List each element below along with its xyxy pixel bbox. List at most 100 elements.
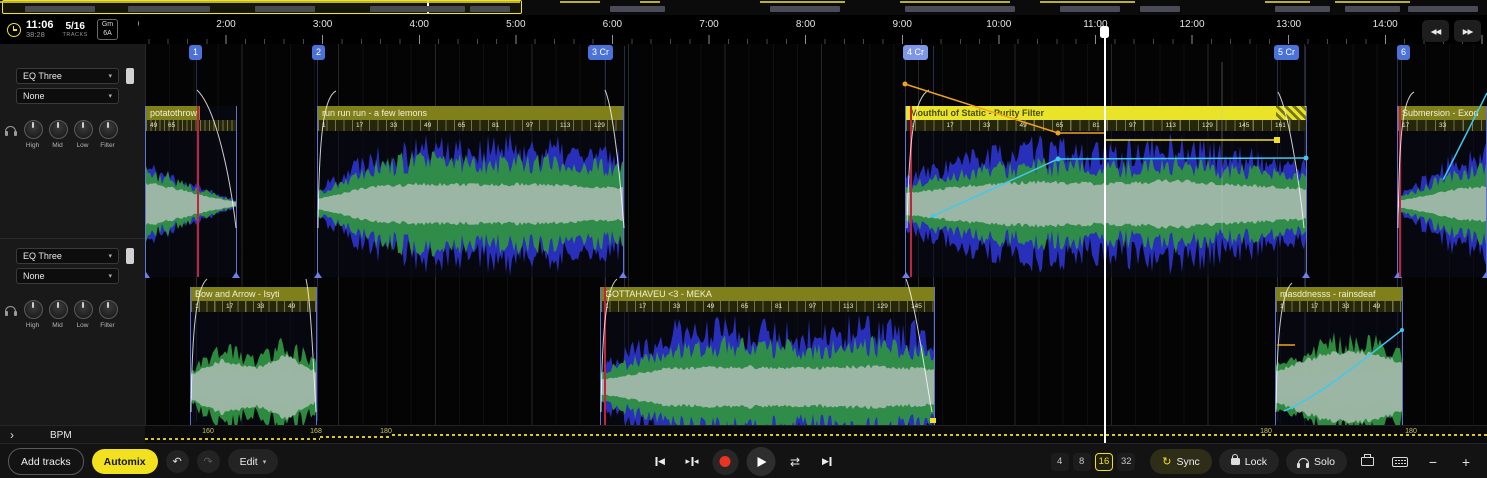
preset-selector[interactable]: None▾ [16,88,119,104]
beat-number: 113 [560,122,570,129]
skip-forward-button[interactable]: ▶ [815,449,839,475]
audio-clip[interactable]: potatothrow4965 [145,106,237,277]
session-info: 11:06 38:28 5/16 TRACKS Gm 6A [0,15,138,44]
fade-handle-right[interactable] [232,272,240,278]
mini-fader-handle[interactable] [126,68,134,84]
edit-menu-button[interactable]: Edit ▾ [228,449,279,474]
beat-number: 17 [226,303,233,310]
knob-high[interactable] [24,120,43,139]
chevron-down-icon: ▾ [108,72,112,80]
record-button[interactable] [712,449,738,475]
scroll-right-button[interactable]: ▶▶ [1454,20,1481,42]
cue-marker [1399,106,1401,277]
cue-marker [910,106,912,277]
split-at-playhead-button[interactable]: ▸ ◂ [680,449,704,475]
redo-button[interactable]: ↷ [197,450,220,473]
beat-number: 129 [594,122,605,129]
skip-back-button[interactable]: ◀ [648,449,672,475]
knob-filter[interactable] [99,120,118,139]
effect-selector[interactable]: EQ Three▾ [16,248,119,264]
timeline-ruler[interactable]: 1:002:003:004:005:006:007:008:009:0010:0… [0,15,1487,44]
add-tracks-button[interactable]: Add tracks [8,448,84,475]
loop-button[interactable]: ⇄ [783,449,807,475]
lock-button[interactable]: Lock [1219,449,1279,474]
clip-title: Bow and Arrow - Isyti [191,287,316,301]
fade-handle-left[interactable] [902,272,910,278]
audio-clip[interactable]: Bow and Arrow - Isyti1173349 [190,287,317,425]
beat-number: 81 [1093,122,1100,129]
forward-icon: ▶▶ [1463,27,1473,36]
fade-handle-left[interactable] [314,272,322,278]
zoom-in-button[interactable]: + [1453,449,1479,475]
keyboard-shortcuts-button[interactable] [1387,449,1413,475]
playhead-handle[interactable] [1100,26,1109,38]
playhead [1104,26,1106,443]
clip-beat-ruler: 1733 [1398,120,1486,131]
knob-mid[interactable] [49,120,68,139]
transition-badge[interactable]: 3 Cr [588,45,613,60]
knob-low[interactable] [74,300,93,319]
overview-waveform-blob [770,6,840,12]
audio-clip[interactable]: GOTTAHAVEU <3 - MEKA11733496581971131291… [600,287,935,425]
beat-number: 65 [741,303,748,310]
scroll-left-button[interactable]: ◀◀ [1422,20,1449,42]
bpm-automation-line[interactable] [320,436,392,438]
sync-button[interactable]: ↻ Sync [1150,449,1212,474]
beat-number: 97 [526,122,533,129]
overview-strip[interactable] [0,0,1487,16]
overview-clip-mark [0,1,520,3]
automix-button[interactable]: Automix [92,449,158,474]
quantize-4-button[interactable]: 4 [1051,453,1069,471]
quantize-8-button[interactable]: 8 [1073,453,1091,471]
ruler-time-label: 7:00 [699,19,718,30]
solo-button[interactable]: Solo [1286,449,1347,474]
audio-clip[interactable]: Submersion - Exod1733 [1397,106,1487,277]
bpm-automation-line[interactable] [145,438,320,440]
play-button[interactable] [746,447,775,476]
overview-waveform-blob [1060,6,1120,12]
clip-waveform [191,312,316,425]
effect-selector[interactable]: EQ Three▾ [16,68,119,84]
knob-high[interactable] [24,300,43,319]
knob-filter[interactable] [99,300,118,319]
print-button[interactable] [1354,449,1380,475]
zoom-out-button[interactable]: − [1420,449,1446,475]
clock-icon [7,23,21,37]
knob-mid[interactable] [49,300,68,319]
timeline-main: potatothrow4965 run run run - a few lemon… [0,44,1487,425]
overview-clip-mark [560,1,600,3]
transition-badge[interactable]: 5 Cr [1274,45,1299,60]
overview-clip-mark [1265,1,1310,3]
headphones-icon [1298,458,1309,465]
transition-badge[interactable]: 2 [312,45,325,60]
beat-number: 1 [1280,303,1284,310]
fade-handle-right[interactable] [619,272,627,278]
quantize-16-button[interactable]: 16 [1095,453,1114,471]
audio-clip[interactable]: masddnesss - rainsdeaf1173349 [1275,287,1403,425]
transition-badge[interactable]: 1 [189,45,202,60]
audio-clip[interactable]: run run run - a few lemons11733496581971… [317,106,624,277]
fade-handle-right[interactable] [1482,272,1487,278]
fade-handle-right[interactable] [1302,272,1310,278]
mini-fader-handle[interactable] [126,248,134,264]
beat-number: 161 [1275,122,1286,129]
overview-waveform-blob [905,6,1015,12]
undo-button[interactable]: ↶ [166,450,189,473]
transition-badge[interactable]: 4 Cr [903,45,928,60]
beat-number: 49 [288,303,295,310]
ruler-major-ticks [129,35,1487,44]
beat-number: 65 [168,122,175,129]
printer-icon [1361,457,1374,466]
quantize-32-button[interactable]: 32 [1117,453,1135,471]
preset-selector[interactable]: None▾ [16,268,119,284]
knob-label: Mid [52,142,62,149]
expand-lane-icon[interactable]: › [10,429,14,441]
bpm-automation-lane[interactable]: 160168180180180 [145,425,1487,444]
knob-low[interactable] [74,120,93,139]
overview-clip-mark [640,1,660,3]
transition-badge[interactable]: 6 [1397,45,1410,60]
bpm-automation-line[interactable] [392,434,1487,436]
overview-waveform-blob [255,6,315,12]
audio-clip[interactable]: Mouthful of Static - Purity Filter117334… [905,106,1307,277]
headphones-icon [5,306,16,313]
